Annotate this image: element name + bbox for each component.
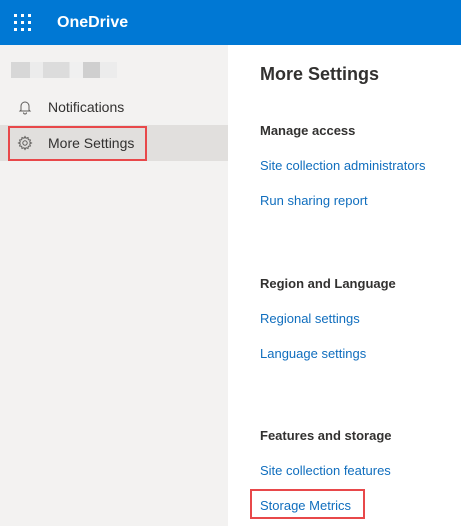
sidebar: Notifications More Settings: [0, 45, 228, 526]
highlight-box-storage-metrics: [250, 489, 365, 519]
sidebar-item-label: Notifications: [48, 99, 125, 115]
link-regional-settings[interactable]: Regional settings: [260, 311, 360, 326]
top-bar: OneDrive: [0, 0, 461, 45]
highlight-box-more-settings: [8, 126, 147, 161]
link-site-collection-administrators[interactable]: Site collection administrators: [260, 158, 425, 173]
section-heading-region-language: Region and Language: [260, 276, 396, 291]
app-title[interactable]: OneDrive: [57, 0, 128, 45]
link-run-sharing-report[interactable]: Run sharing report: [260, 193, 368, 208]
link-language-settings[interactable]: Language settings: [260, 346, 366, 361]
sidebar-item-notifications[interactable]: Notifications: [0, 89, 228, 125]
section-heading-features-storage: Features and storage: [260, 428, 392, 443]
user-name-redacted: [11, 62, 117, 78]
section-heading-manage-access: Manage access: [260, 123, 356, 138]
link-site-collection-features[interactable]: Site collection features: [260, 463, 391, 478]
app-launcher-icon[interactable]: [13, 13, 33, 33]
page-title: More Settings: [260, 64, 380, 84]
bell-icon: [18, 101, 32, 115]
main-content: More Settings Manage access Site collect…: [228, 45, 461, 526]
